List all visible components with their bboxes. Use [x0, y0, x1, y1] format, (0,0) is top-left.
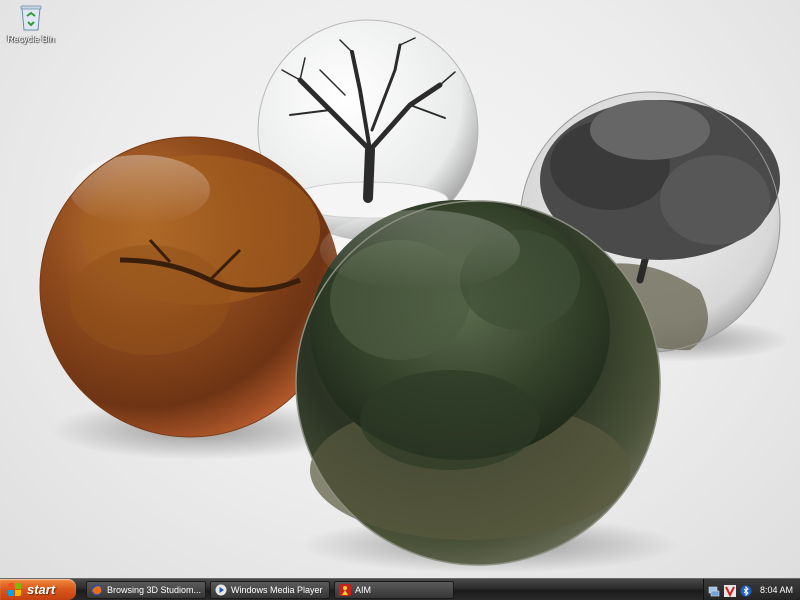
- bluetooth-icon[interactable]: [740, 584, 752, 596]
- network-icon[interactable]: [708, 584, 720, 596]
- recycle-bin-icon: [18, 2, 44, 32]
- desktop-icon-label: Recycle Bin: [7, 34, 55, 44]
- start-button[interactable]: start: [0, 579, 76, 600]
- system-tray: 8:04 AM: [703, 579, 800, 600]
- start-label: start: [27, 582, 56, 597]
- taskbar: start Browsing 3D Studiom... Windows Med…: [0, 578, 800, 600]
- antivirus-icon[interactable]: [724, 584, 736, 597]
- firefox-icon: [91, 584, 103, 596]
- aim-icon: [339, 584, 351, 596]
- taskbar-button-label: Browsing 3D Studiom...: [107, 585, 202, 595]
- summer-tree-sphere: [295, 200, 661, 566]
- autumn-tree-sphere: [39, 136, 341, 438]
- taskbar-button-firefox[interactable]: Browsing 3D Studiom...: [86, 581, 206, 599]
- wallpaper: [39, 19, 790, 573]
- desktop: Recycle Bin: [0, 0, 800, 578]
- taskbar-button-media-player[interactable]: Windows Media Player: [210, 581, 330, 599]
- desktop-icon-recycle-bin[interactable]: Recycle Bin: [4, 2, 58, 44]
- taskbar-clock[interactable]: 8:04 AM: [760, 585, 793, 595]
- media-player-icon: [215, 584, 227, 596]
- taskbar-button-aim[interactable]: AIM: [334, 581, 454, 599]
- windows-logo-icon: [8, 582, 22, 597]
- taskbar-button-label: Windows Media Player: [231, 585, 323, 595]
- taskbar-button-label: AIM: [355, 585, 372, 595]
